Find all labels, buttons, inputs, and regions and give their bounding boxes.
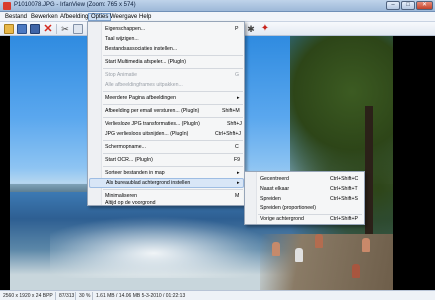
status-divider — [75, 292, 76, 300]
options-menu: Eigenschappen... P Taal wijzigen... Best… — [87, 21, 245, 206]
person-figure — [295, 248, 303, 262]
save-icon[interactable] — [17, 24, 27, 34]
status-file-info: 1.61 MB / 14.06 MB 5-3-2010 / 01:22:13 — [96, 293, 186, 299]
menu-separator — [103, 166, 243, 167]
menu-item-start-ocr[interactable]: Start OCR... (PlugIn) F9 — [89, 155, 244, 165]
menu-item-screen-capture[interactable]: Schermopname... C — [89, 142, 244, 152]
menu-item-file-associations[interactable]: Bestandsassociaties instellen... — [89, 44, 244, 54]
cut-icon[interactable]: ✂ — [60, 24, 70, 34]
close-button[interactable]: ✕ — [416, 1, 433, 10]
menu-item-tiled[interactable]: Naast elkaar Ctrl+Shift+T — [246, 184, 364, 194]
menu-item-email-image[interactable]: Afbeelding per email versturen... (PlugI… — [89, 106, 244, 116]
menu-weergave[interactable]: Weergave — [108, 13, 139, 21]
title-bar: P1010078.JPG - IrfanView (Zoom: 765 x 57… — [0, 0, 435, 12]
menu-bewerken[interactable]: Bewerken — [29, 13, 60, 21]
delete-icon[interactable]: ✕ — [43, 24, 53, 35]
person-figure — [362, 238, 370, 252]
person-figure — [272, 242, 280, 256]
menu-separator — [103, 189, 243, 190]
water-shimmer — [50, 216, 280, 278]
menu-item-stop-animation: Stop Animatie G — [105, 72, 240, 78]
menu-item-previous-wallpaper[interactable]: Vorige achtergrond Ctrl+Shift+P — [246, 215, 364, 224]
menu-item-properties[interactable]: Eigenschappen... P — [89, 24, 244, 34]
irfanview-app-icon[interactable] — [3, 2, 11, 10]
menu-separator — [103, 140, 243, 141]
menu-separator — [103, 68, 243, 69]
status-divider — [92, 292, 93, 300]
menu-item-stretched-proportional[interactable]: Spreiden (proportioneel) — [246, 203, 364, 213]
save-as-icon[interactable] — [30, 24, 40, 34]
submenu-arrow-icon: ▸ — [237, 95, 240, 101]
person-figure — [315, 234, 323, 248]
menu-separator — [103, 55, 243, 56]
menu-item-change-language[interactable]: Taal wijzigen... — [89, 34, 244, 44]
menu-item-always-on-top[interactable]: Altijd op de voorgrond — [89, 199, 244, 207]
status-bar: 2560 x 1920 x 24 BPP 87/313 30 % 1.61 MB… — [0, 290, 435, 300]
submenu-arrow-icon: ▸ — [237, 170, 240, 176]
rocky-beach — [260, 234, 393, 290]
status-index: 87/313 — [59, 293, 75, 299]
menu-item-lossless-jpg-transform[interactable]: Verliesloze JPG transformaties... (PlugI… — [89, 119, 244, 129]
menu-item-multimedia-player[interactable]: Start Multimedia afspeler... (PlugIn) — [89, 57, 244, 67]
settings-icon[interactable]: ✱ — [246, 24, 256, 34]
status-zoom: 30 % — [79, 293, 91, 299]
status-divider — [55, 292, 56, 300]
window-title: P1010078.JPG - IrfanView (Zoom: 765 x 57… — [14, 2, 136, 8]
menu-separator — [103, 153, 243, 154]
menu-item-multipage-images[interactable]: Meerdere Pagina afbeeldingen ▸ — [89, 93, 244, 103]
menu-separator — [103, 117, 243, 118]
menu-separator — [103, 91, 243, 92]
menu-item-centered[interactable]: Gecentreerd Ctrl+Shift+C — [246, 174, 364, 184]
toolbar-separator — [56, 24, 57, 34]
menu-item-set-as-wallpaper[interactable]: Als bureaublad achtergrond instellen ▸ — [89, 178, 244, 188]
menu-bestand[interactable]: Bestand — [3, 13, 29, 21]
menu-afbeelding[interactable]: Afbeelding — [58, 13, 90, 21]
menu-help[interactable]: Help — [137, 13, 153, 21]
menu-item-sort-files[interactable]: Sorteer bestanden in map ▸ — [89, 168, 244, 178]
status-resolution: 2560 x 1920 x 24 BPP — [3, 293, 53, 299]
open-folder-icon[interactable] — [4, 24, 14, 34]
person-figure — [352, 264, 360, 278]
maximize-button[interactable]: □ — [401, 1, 415, 10]
menu-item-lossless-jpg-crop[interactable]: JPG verliesloos uitsnijden... (PlugIn) C… — [89, 129, 244, 139]
menu-separator — [103, 104, 243, 105]
submenu-arrow-icon: ▸ — [237, 180, 240, 186]
copy-icon[interactable] — [73, 24, 83, 34]
menu-item-extract-frames: Alle afbeeldingframes uitpakken... — [105, 82, 183, 88]
irfanview-cat-icon[interactable]: ✦ — [260, 24, 270, 34]
minimize-button[interactable]: – — [386, 1, 400, 10]
wallpaper-submenu: Gecentreerd Ctrl+Shift+C Naast elkaar Ct… — [244, 171, 365, 225]
